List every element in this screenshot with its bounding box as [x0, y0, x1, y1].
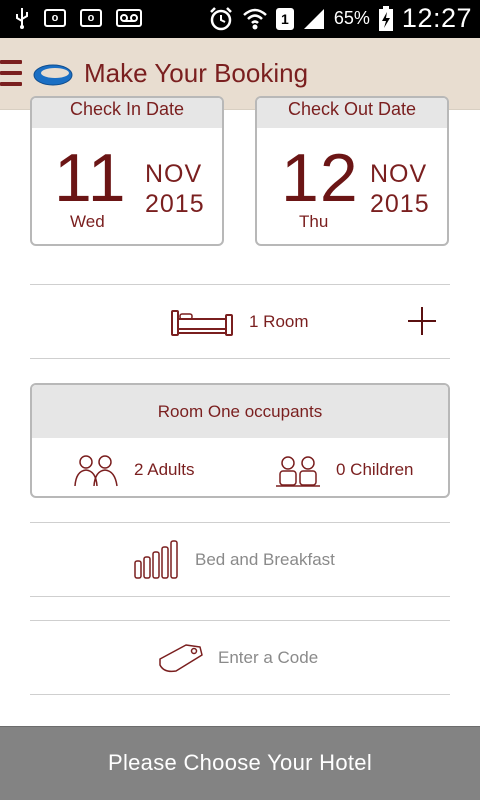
check-out-date-card[interactable]: Check Out Date 12 Thu NOV 2015 — [255, 96, 449, 246]
rooms-selector: 1 Room — [30, 285, 450, 358]
add-room-button[interactable] — [408, 307, 436, 335]
children-selector[interactable]: 0 Children — [274, 453, 414, 487]
divider — [30, 694, 450, 695]
check-in-date-card[interactable]: Check In Date 11 Wed NOV 2015 — [30, 96, 224, 246]
voicemail-icon — [116, 9, 142, 27]
outlook-icon: o — [44, 9, 66, 27]
clock: 12:27 — [401, 3, 472, 33]
battery-percent: 65% — [333, 8, 370, 28]
board-selector[interactable]: Bed and Breakfast — [30, 523, 450, 596]
check-in-weekday: Wed — [70, 212, 105, 231]
adults-selector[interactable]: 2 Adults — [72, 453, 195, 487]
promo-code-placeholder: Enter a Code — [218, 648, 319, 667]
check-in-year: 2015 — [145, 190, 205, 218]
check-in-day: 11 — [54, 140, 127, 216]
rooms-count: 1 Room — [249, 312, 309, 331]
check-in-month: NOV — [145, 160, 203, 188]
divider — [30, 358, 450, 359]
alarm-icon — [210, 6, 232, 30]
adults-icon — [74, 455, 118, 487]
check-out-year: 2015 — [370, 190, 430, 218]
outlook-icon: o — [80, 9, 102, 27]
occupants-card: Room One occupants 2 Adults 0 Children — [30, 383, 450, 498]
brand-logo — [33, 64, 73, 86]
board-level-icon — [134, 540, 178, 579]
battery-charging-icon — [378, 5, 393, 31]
children-icon — [276, 456, 320, 487]
occupants-header: Room One occupants — [32, 385, 448, 438]
menu-icon[interactable] — [0, 60, 22, 90]
usb-icon — [16, 8, 28, 29]
signal-icon — [303, 8, 324, 29]
divider — [30, 596, 450, 597]
tag-icon — [159, 644, 203, 673]
check-in-header: Check In Date — [32, 98, 222, 128]
check-out-month: NOV — [370, 160, 428, 188]
system-icons: 1 65% 12:27 — [208, 3, 472, 34]
children-count: 0 Children — [336, 460, 414, 479]
board-label: Bed and Breakfast — [195, 550, 335, 569]
bed-icon — [171, 310, 233, 336]
check-out-day: 12 — [281, 140, 359, 216]
page-title: Make Your Booking — [84, 58, 309, 88]
notification-icons: o o — [14, 6, 142, 30]
status-bar: o o 1 65% 12:27 — [0, 0, 480, 38]
sim-icon: 1 — [275, 7, 294, 30]
check-out-weekday: Thu — [299, 212, 329, 231]
choose-hotel-button[interactable]: Please Choose Your Hotel — [0, 726, 480, 800]
adults-count: 2 Adults — [134, 460, 195, 479]
wifi-icon — [243, 8, 267, 29]
check-out-header: Check Out Date — [257, 98, 447, 128]
promo-code-field[interactable]: Enter a Code — [30, 621, 450, 694]
